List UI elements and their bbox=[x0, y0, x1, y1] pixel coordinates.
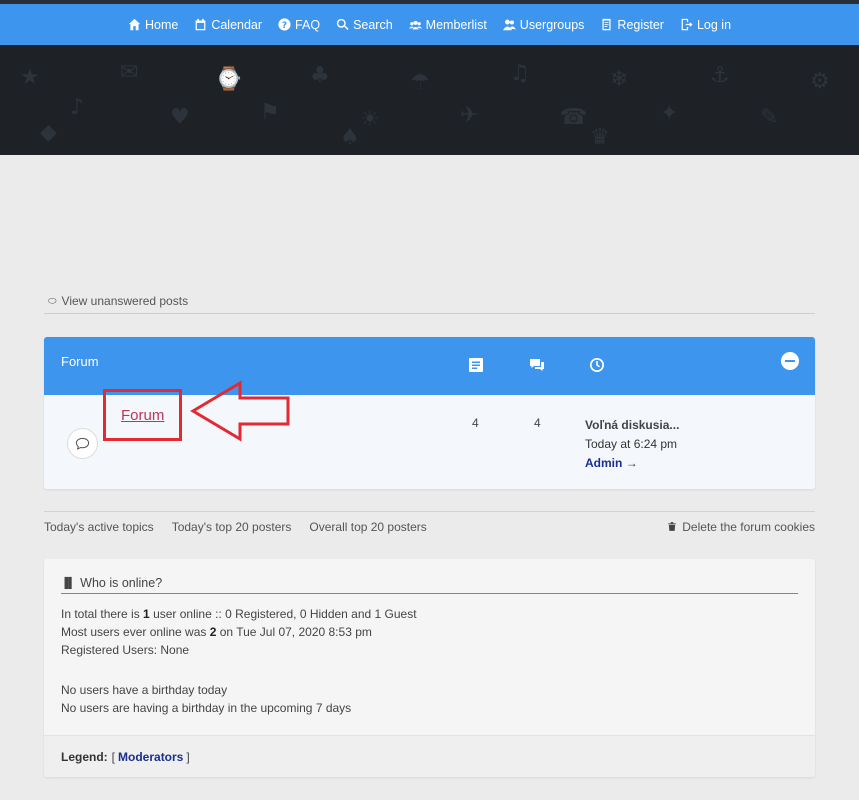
last-post-info: Voľná diskusia... Today at 6:24 pm Admin… bbox=[585, 416, 679, 473]
nav-memberlist[interactable]: Memberlist bbox=[408, 17, 487, 32]
nav-faq[interactable]: ? FAQ bbox=[278, 18, 320, 32]
login-icon bbox=[681, 18, 693, 31]
nav-faq-label: FAQ bbox=[295, 17, 321, 32]
footer-links-bar: Today's active topics Today's top 20 pos… bbox=[44, 511, 815, 541]
banner-pattern-snow: ❄ bbox=[610, 67, 629, 92]
svg-text:?: ? bbox=[282, 21, 287, 31]
nav-calendar[interactable]: Calendar bbox=[194, 18, 262, 32]
last-post-time: Today at 6:24 pm bbox=[585, 437, 678, 451]
banner-pattern-note: ♪ bbox=[70, 95, 85, 120]
birthday-today-line: No users have a birthday today bbox=[61, 683, 228, 697]
usergroups-icon bbox=[502, 19, 516, 31]
banner-pattern-phone: ☎ bbox=[560, 105, 588, 130]
topics-count: 4 bbox=[472, 416, 479, 430]
home-icon bbox=[128, 18, 141, 31]
view-unanswered-link[interactable]: ⬭ View unanswered posts bbox=[44, 289, 815, 314]
banner-pattern-star2: ✦ bbox=[660, 101, 679, 126]
banner-pattern-sun: ☀ bbox=[360, 107, 380, 132]
who-is-online-box: ▐▌ Who is online? In total there is 1 us… bbox=[44, 559, 815, 777]
who-is-online-title: Who is online? bbox=[80, 576, 163, 590]
nav-memberlist-label: Memberlist bbox=[425, 17, 487, 32]
search-icon bbox=[336, 18, 349, 30]
banner-pattern-crown: ♛ bbox=[590, 125, 610, 150]
posts-count: 4 bbox=[534, 416, 541, 430]
trash-icon bbox=[668, 522, 677, 531]
banner-pattern-star: ★ bbox=[20, 65, 40, 90]
nav-search-label: Search bbox=[353, 17, 393, 32]
nav-register[interactable]: Register bbox=[600, 18, 664, 32]
delete-cookies-link[interactable]: Delete the forum cookies bbox=[667, 520, 815, 534]
online-record-line: Most users ever online was 2 on Tue Jul … bbox=[61, 625, 372, 639]
banner-pattern-plane: ✈ bbox=[460, 103, 479, 128]
top-posters-overall-link[interactable]: Overall top 20 posters bbox=[309, 520, 426, 534]
nav-home-label: Home bbox=[144, 17, 179, 32]
banner-pattern-music: ♫ bbox=[510, 61, 530, 86]
annotation-highlight-box bbox=[103, 389, 182, 441]
banner-pattern-anchor: ⚓ bbox=[710, 63, 730, 88]
moderators-link[interactable]: Moderators bbox=[118, 750, 183, 764]
header-banner: ★ ♪ ✉ ♥ ⌚ ⚑ ♣ ☀ ☂ ✈ ♫ ☎ ❄ ✦ ⚓ ✎ ⚙ ◆ ♠ ♛ bbox=[0, 45, 859, 155]
calendar-icon bbox=[195, 18, 206, 31]
nav-usergroups[interactable]: Usergroups bbox=[502, 17, 585, 32]
birthday-upcoming-line: No users are having a birthday in the up… bbox=[61, 701, 352, 715]
registered-users-line: Registered Users: None bbox=[61, 643, 190, 657]
delete-cookies-label: Delete the forum cookies bbox=[682, 519, 815, 534]
banner-pattern-gear: ⚙ bbox=[810, 69, 830, 94]
banner-pattern-envelope: ✉ bbox=[120, 60, 139, 85]
legend-bar: Legend: [ Moderators ] bbox=[44, 735, 815, 777]
banner-pattern-clock: ⌚ bbox=[215, 67, 243, 92]
legend-bracket-open: [ bbox=[111, 749, 116, 764]
legend-bracket-close: ] bbox=[186, 749, 190, 764]
members-icon bbox=[408, 20, 422, 30]
banner-pattern-tree: ♣ bbox=[310, 63, 330, 88]
goto-last-post-icon[interactable]: → bbox=[626, 456, 638, 470]
nav-login[interactable]: Log in bbox=[680, 18, 731, 32]
nav-home[interactable]: Home bbox=[128, 18, 178, 32]
nav-register-label: Register bbox=[617, 17, 664, 32]
question-icon: ? bbox=[278, 18, 291, 31]
nav-calendar-label: Calendar bbox=[211, 17, 263, 32]
banner-pattern-flag: ⚑ bbox=[260, 100, 280, 125]
unanswered-icon: ⬭ bbox=[48, 295, 57, 307]
forum-status-icon bbox=[67, 428, 98, 459]
register-icon bbox=[602, 18, 611, 31]
nav-usergroups-label: Usergroups bbox=[519, 17, 585, 32]
banner-pattern-umbrella: ☂ bbox=[410, 70, 430, 95]
banner-pattern-spade: ♠ bbox=[340, 125, 360, 150]
active-topics-link[interactable]: Today's active topics bbox=[44, 520, 154, 534]
banner-pattern-diamond: ◆ bbox=[40, 120, 57, 145]
annotation-arrow-icon bbox=[190, 380, 290, 442]
nav-login-label: Log in bbox=[696, 17, 732, 32]
who-is-online-header: ▐▌ Who is online? bbox=[61, 573, 798, 594]
main-navbar: Home Calendar ? FAQ Search Memberlist Us… bbox=[0, 4, 859, 45]
nav-search[interactable]: Search bbox=[336, 18, 393, 32]
legend-label: Legend: bbox=[61, 749, 108, 764]
banner-pattern-heart: ♥ bbox=[170, 105, 190, 130]
speech-bubble-icon bbox=[75, 437, 90, 450]
last-post-title[interactable]: Voľná diskusia... bbox=[585, 416, 679, 435]
unanswered-label: View unanswered posts bbox=[61, 294, 189, 308]
banner-pattern-pencil: ✎ bbox=[760, 105, 779, 130]
online-total-line: In total there is 1 user online :: 0 Reg… bbox=[61, 607, 417, 621]
last-post-author[interactable]: Admin bbox=[585, 456, 622, 470]
top-posters-today-link[interactable]: Today's top 20 posters bbox=[172, 520, 292, 534]
online-stats: In total there is 1 user online :: 0 Reg… bbox=[61, 605, 417, 717]
stats-icon: ▐▌ bbox=[61, 577, 76, 589]
